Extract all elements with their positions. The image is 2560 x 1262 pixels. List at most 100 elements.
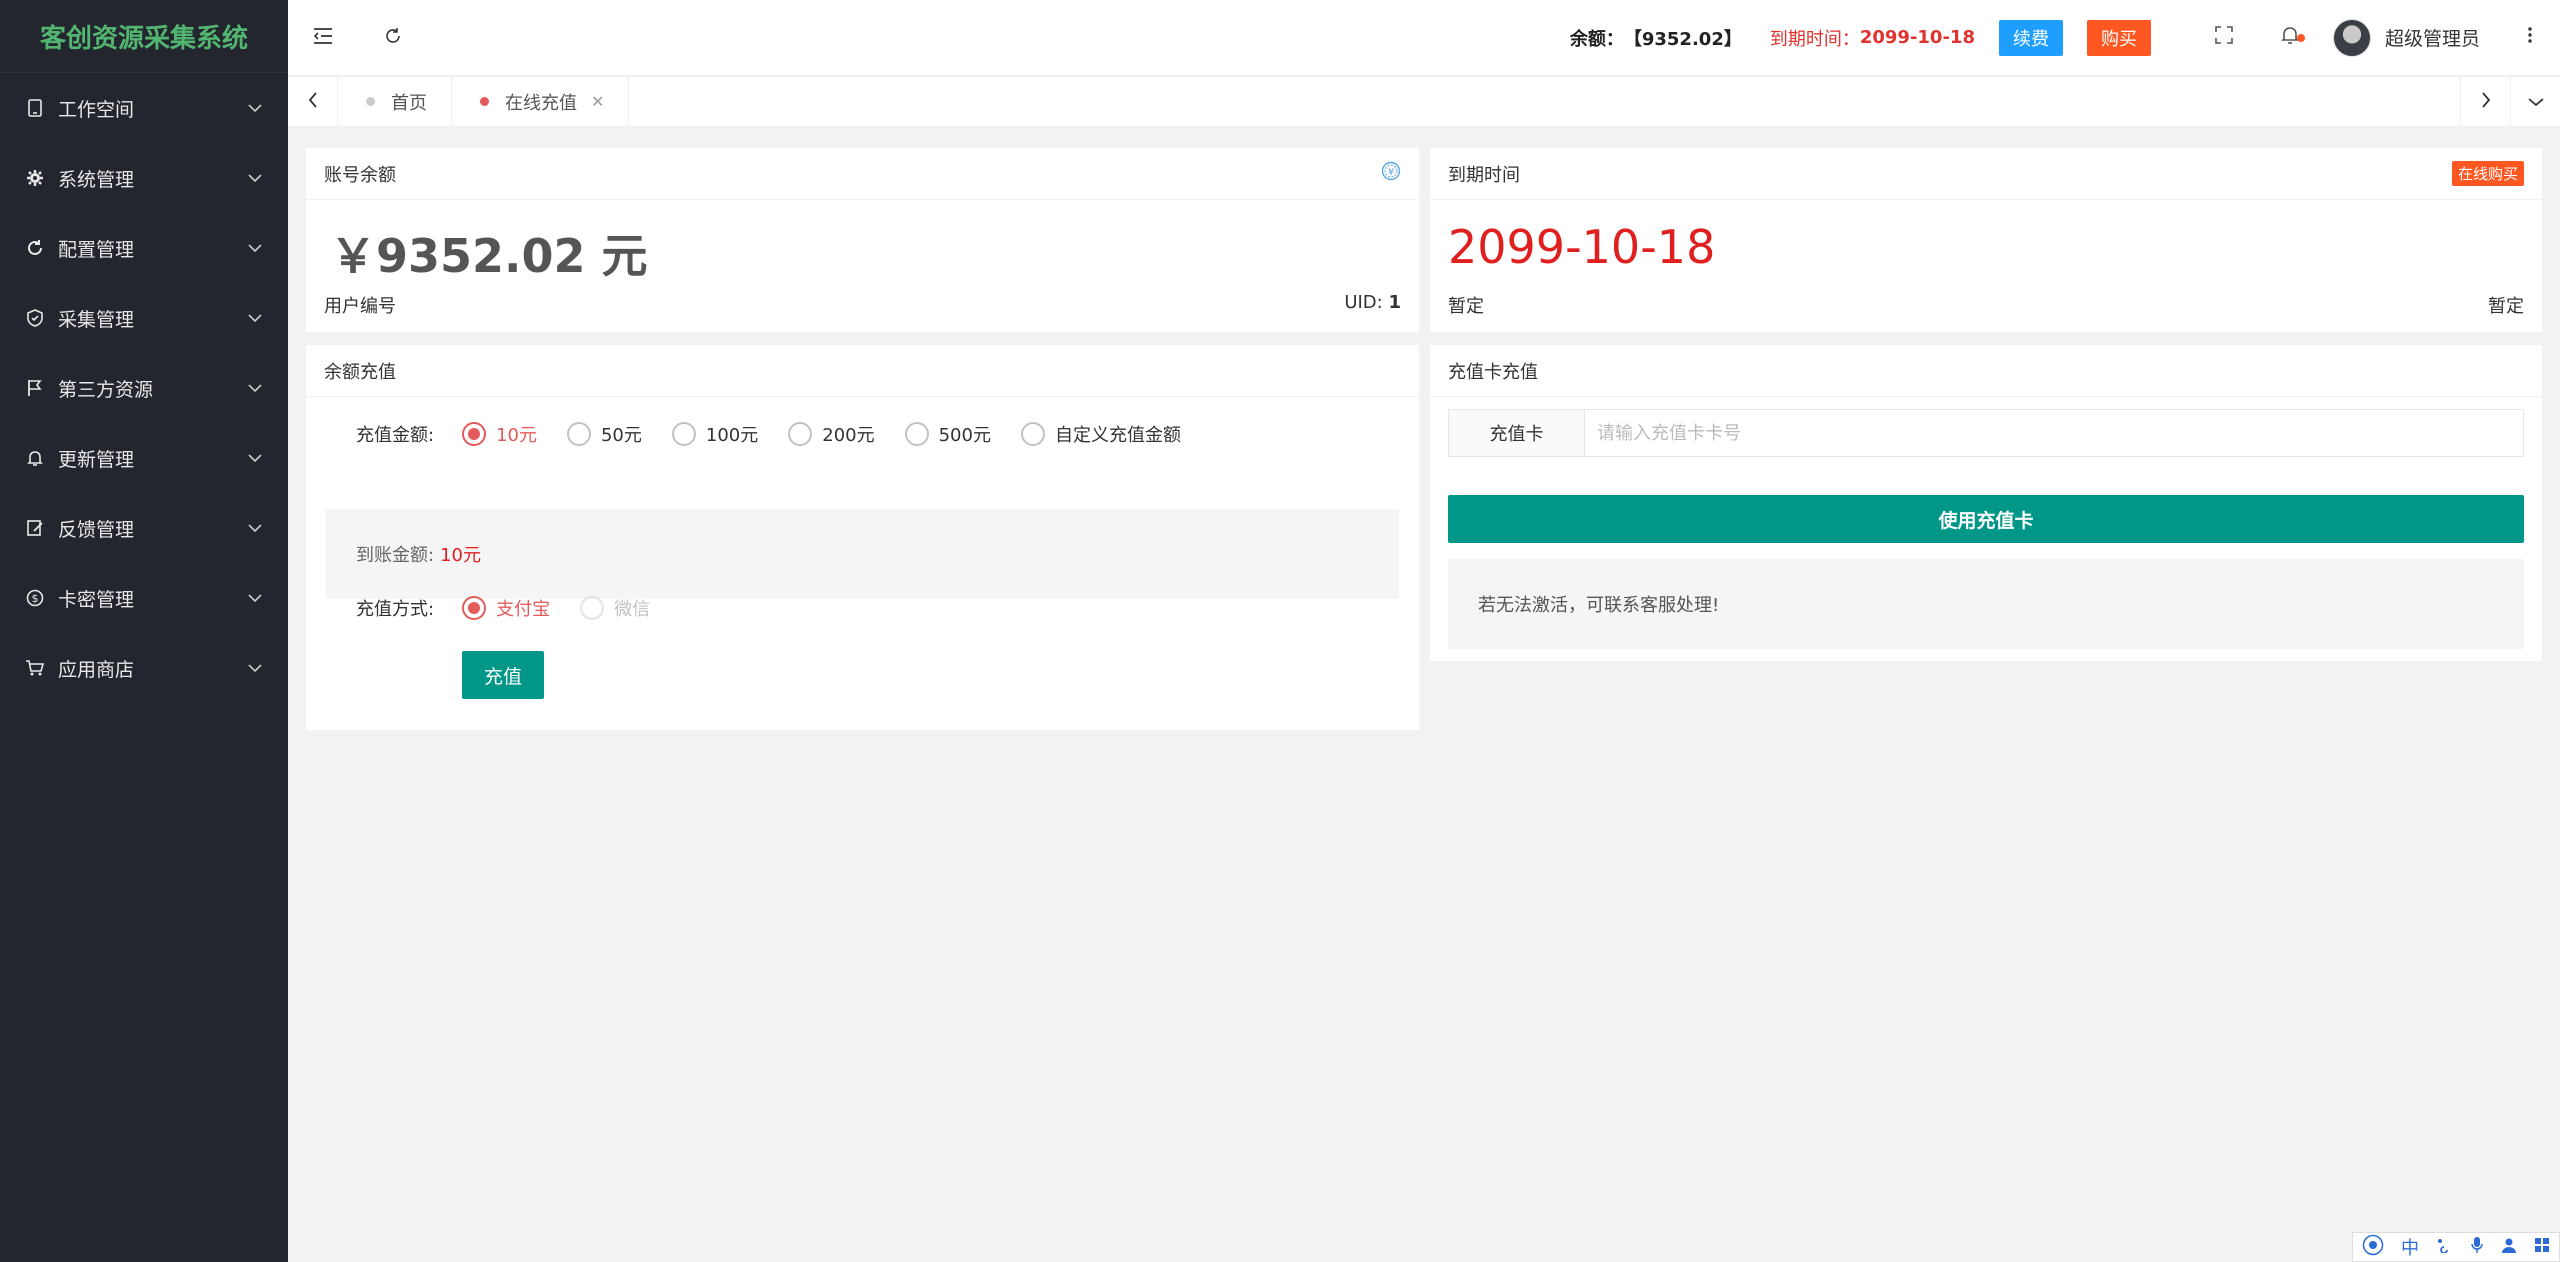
tab-online-recharge[interactable]: 在线充值 ✕ — [452, 77, 630, 126]
sidebar-menu: 工作空间 系统管理 配置管理 采集管理 第三方资源 更新管理 反馈管理 $ 卡密… — [0, 73, 288, 703]
expire-label: 到期时间： — [1769, 28, 1860, 50]
tab-dot — [366, 97, 375, 106]
tab-scroll-left-button[interactable] — [288, 77, 338, 126]
expire-date: 2099-10-18 — [1448, 220, 1716, 274]
amount-row: 充值金额: 10元 50元 100元 200元 500元 自定义充值金额 — [356, 421, 1211, 447]
amount-option-100[interactable]: 100元 — [671, 421, 759, 447]
radio-label: 100元 — [705, 425, 759, 446]
tip-text: 若无法激活，可联系客服处理! — [1478, 595, 1720, 616]
card-header: 到期时间 在线购买 — [1430, 148, 2542, 200]
card-number-input[interactable] — [1585, 410, 2523, 456]
dollar-icon: $ — [24, 587, 46, 609]
sidebar-item-workspace[interactable]: 工作空间 — [0, 73, 288, 143]
method-alipay[interactable]: 支付宝 — [462, 595, 550, 621]
chevron-down-icon — [246, 379, 264, 397]
tab-dropdown-button[interactable] — [2510, 77, 2560, 126]
ime-toolbar: 中 — [2352, 1232, 2560, 1262]
app-logo: 客创资源采集系统 — [0, 0, 288, 73]
sidebar-item-thirdparty[interactable]: 第三方资源 — [0, 353, 288, 423]
sidebar-item-collect[interactable]: 采集管理 — [0, 283, 288, 353]
tab-label: 在线充值 — [505, 92, 577, 114]
gear-icon — [24, 167, 46, 189]
radio-circle — [566, 422, 591, 446]
online-buy-badge[interactable]: 在线购买 — [2451, 161, 2524, 186]
balance-value: 【9352.02】 — [1623, 28, 1742, 50]
sidebar-item-update[interactable]: 更新管理 — [0, 423, 288, 493]
bell-icon — [24, 447, 46, 469]
tab-scroll-right-button[interactable] — [2460, 77, 2510, 126]
amount-option-10[interactable]: 10元 — [462, 421, 537, 447]
balance-label: 余额： — [1569, 28, 1624, 50]
chevron-down-icon — [246, 239, 264, 257]
renew-button[interactable]: 续费 — [1998, 19, 2063, 56]
svg-text:¥: ¥ — [1388, 167, 1394, 178]
amount-option-200[interactable]: 200元 — [788, 421, 875, 447]
chevron-down-icon — [246, 519, 264, 537]
support-tip: 若无法激活，可联系客服处理! — [1448, 559, 2524, 649]
microphone-icon[interactable] — [2470, 1236, 2484, 1259]
radio-circle — [462, 422, 487, 446]
card-title: 账号余额 — [324, 164, 396, 186]
sidebar-item-config[interactable]: 配置管理 — [0, 213, 288, 283]
punctuation-icon[interactable] — [2436, 1237, 2452, 1258]
sidebar-item-label: 采集管理 — [58, 308, 135, 331]
header-right: 余额： 【9352.02】 到期时间： 2099-10-18 续费 购买 超级管… — [1570, 0, 2560, 76]
sidebar-item-label: 配置管理 — [58, 238, 135, 261]
tab-home[interactable]: 首页 — [338, 77, 452, 126]
card-title: 余额充值 — [324, 361, 396, 383]
buy-button[interactable]: 购买 — [2086, 19, 2151, 56]
user-menu[interactable]: 超级管理员 — [2332, 18, 2480, 57]
chevron-down-icon — [246, 309, 264, 327]
arrival-label: 到账金额: — [356, 545, 435, 566]
ime-logo-icon[interactable] — [2362, 1234, 2384, 1261]
close-icon[interactable]: ✕ — [591, 92, 604, 111]
uid-value: 1 — [1388, 292, 1401, 313]
sidebar-item-feedback[interactable]: 反馈管理 — [0, 493, 288, 563]
chevron-down-icon — [246, 169, 264, 187]
card-header: 余额充值 — [306, 345, 1419, 397]
card-title: 充值卡充值 — [1448, 361, 1538, 383]
sidebar-item-cardkey[interactable]: $ 卡密管理 — [0, 563, 288, 633]
radio-circle — [462, 596, 487, 620]
radio-label: 500元 — [938, 425, 991, 446]
edit-icon — [24, 517, 46, 539]
recharge-card: 余额充值 充值金额: 10元 50元 100元 200元 500元 自定义充值金… — [306, 345, 1419, 730]
card-number-row: 充值卡 — [1448, 409, 2524, 457]
method-wechat[interactable]: 微信 — [580, 595, 650, 621]
card-header: 充值卡充值 — [1430, 345, 2542, 397]
sidebar-item-label: 应用商店 — [58, 658, 135, 681]
user-icon[interactable] — [2501, 1237, 2517, 1258]
radio-label: 微信 — [614, 599, 651, 620]
yen-icon: ¥ — [1381, 161, 1401, 186]
fullscreen-button[interactable] — [2191, 0, 2257, 76]
refresh-icon — [383, 26, 403, 50]
menu-toggle-button[interactable] — [288, 0, 358, 76]
card-footer: 用户编号 UID: 1 — [306, 292, 1419, 318]
radio-circle — [788, 422, 813, 446]
amount-option-500[interactable]: 500元 — [904, 421, 991, 447]
amount-option-50[interactable]: 50元 — [566, 421, 642, 447]
sidebar-item-appstore[interactable]: 应用商店 — [0, 633, 288, 703]
balance-amount: ￥9352.02 元 — [330, 229, 648, 283]
radio-label: 支付宝 — [496, 599, 551, 620]
user-id-label: 用户编号 — [324, 296, 396, 317]
expire-card: 到期时间 在线购买 2099-10-18 暂定 暂定 — [1430, 148, 2542, 332]
more-button[interactable] — [2500, 0, 2560, 76]
svg-text:$: $ — [32, 592, 39, 605]
tablet-icon — [24, 97, 46, 119]
refresh-button[interactable] — [358, 0, 428, 76]
amount-option-custom[interactable]: 自定义充值金额 — [1020, 421, 1181, 447]
refresh-icon — [24, 237, 46, 259]
ime-language-toggle[interactable]: 中 — [2401, 1234, 2419, 1260]
sidebar-item-system[interactable]: 系统管理 — [0, 143, 288, 213]
amount-label: 充值金额: — [356, 425, 435, 446]
radio-label: 10元 — [496, 425, 537, 446]
cart-icon — [24, 657, 46, 679]
notification-button[interactable] — [2257, 0, 2323, 76]
recharge-submit-button[interactable]: 充值 — [462, 651, 544, 699]
method-row: 充值方式: 支付宝 微信 — [356, 595, 680, 621]
use-card-button[interactable]: 使用充值卡 — [1448, 495, 2524, 543]
radio-circle — [1020, 422, 1045, 446]
grid-icon[interactable] — [2534, 1237, 2550, 1258]
tab-label: 首页 — [391, 92, 427, 114]
